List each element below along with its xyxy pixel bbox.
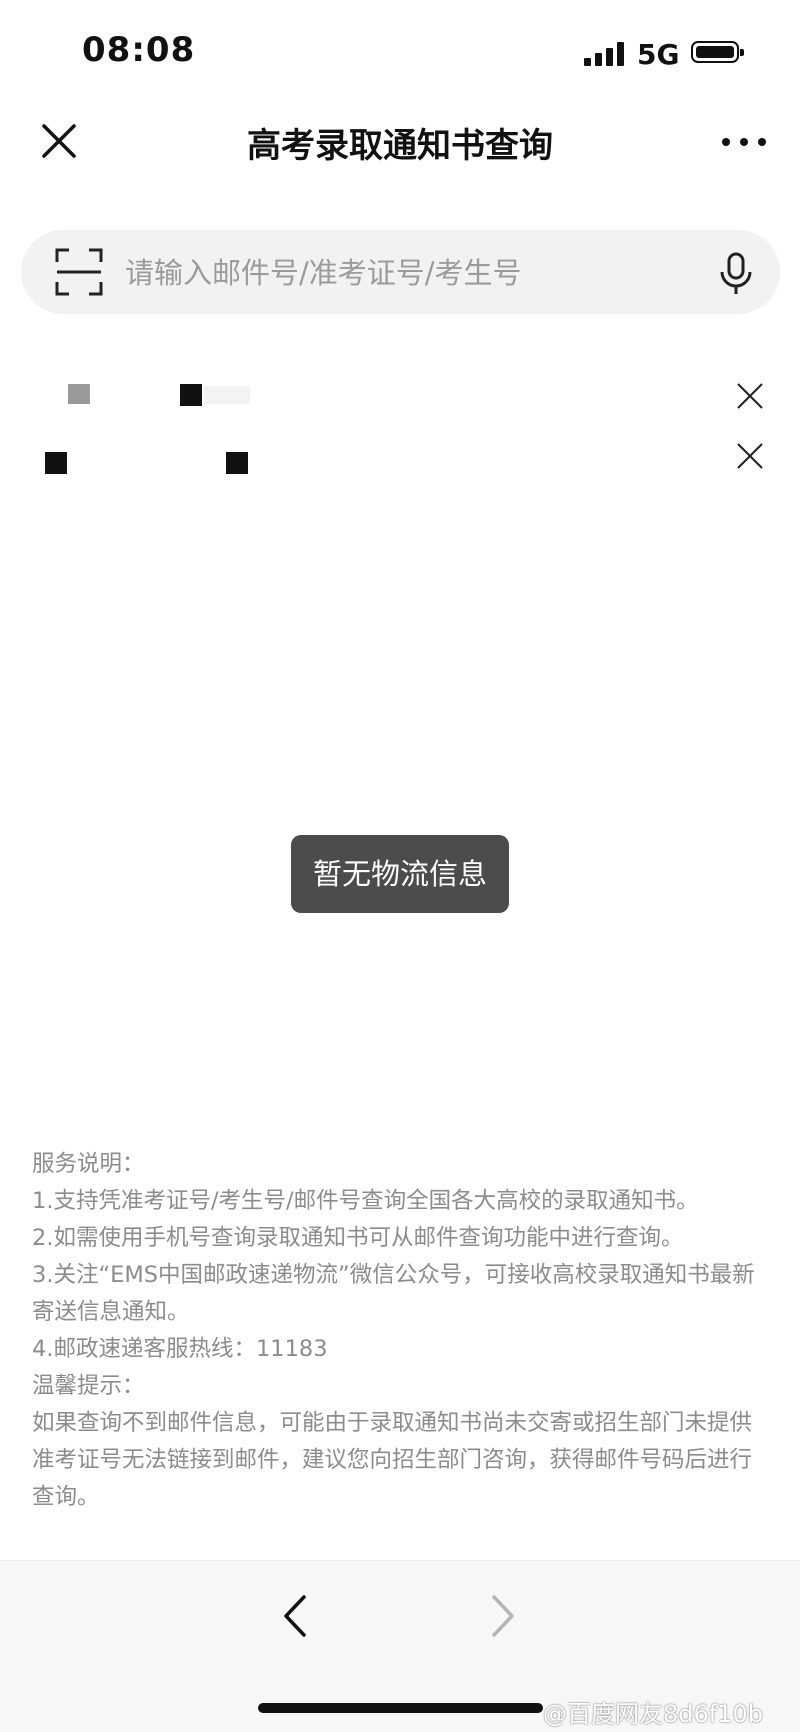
more-icon (722, 138, 766, 146)
search-input[interactable] (123, 244, 697, 302)
service-heading: 服务说明： (32, 1151, 145, 1177)
back-arrow-icon (284, 1595, 306, 1637)
signal-icon (584, 42, 626, 66)
watermark: @百度网友8d6f10b (543, 1700, 763, 1728)
redaction-block (226, 452, 248, 474)
close-icon (737, 383, 763, 409)
page-title: 高考录取通知书查询 (247, 126, 553, 166)
forward-arrow-icon (492, 1595, 514, 1637)
nav-bar: 高考录取通知书查询 (0, 100, 800, 182)
redaction-block (180, 384, 202, 406)
tips-heading: 温馨提示： (32, 1373, 145, 1399)
close-icon (737, 443, 763, 469)
more-button[interactable] (718, 122, 770, 162)
history-delete-button[interactable] (730, 436, 770, 476)
home-indicator[interactable] (258, 1703, 543, 1713)
service-line: 2.如需使用手机号查询录取通知书可从邮件查询功能中进行查询。 (32, 1225, 684, 1251)
redaction-block (45, 452, 67, 474)
service-line: 3.关注“EMS中国邮政速递物流”微信公众号，可接收高校录取通知书最新寄送信息通… (32, 1262, 755, 1325)
bottom-nav: @百度网友8d6f10b (0, 1560, 800, 1732)
redaction-block (68, 384, 90, 404)
tips-text: 如果查询不到邮件信息，可能由于录取通知书尚未交寄或招生部门未提供准考证号无法链接… (32, 1410, 753, 1510)
service-line: 1.支持凭准考证号/考生号/邮件号查询全国各大高校的录取通知书。 (32, 1188, 699, 1214)
scan-button[interactable] (55, 248, 103, 296)
history-item[interactable] (0, 426, 800, 486)
search-bar (21, 230, 780, 314)
forward-button[interactable] (488, 1591, 518, 1641)
history-delete-button[interactable] (730, 376, 770, 416)
redaction-block (204, 386, 250, 404)
scan-icon (55, 248, 103, 296)
toast-message: 暂无物流信息 (291, 835, 509, 913)
status-time: 08:08 (82, 30, 196, 70)
voice-input-button[interactable] (713, 250, 759, 296)
network-type: 5G (637, 38, 680, 71)
back-button[interactable] (280, 1591, 310, 1641)
microphone-icon (720, 252, 752, 294)
battery-icon (691, 41, 744, 63)
service-line: 4.邮政速递客服热线：11183 (32, 1336, 328, 1362)
history-item[interactable] (0, 366, 800, 426)
service-info: 服务说明： 1.支持凭准考证号/考生号/邮件号查询全国各大高校的录取通知书。 2… (32, 1146, 772, 1516)
status-bar: 08:08 5G (0, 0, 800, 100)
